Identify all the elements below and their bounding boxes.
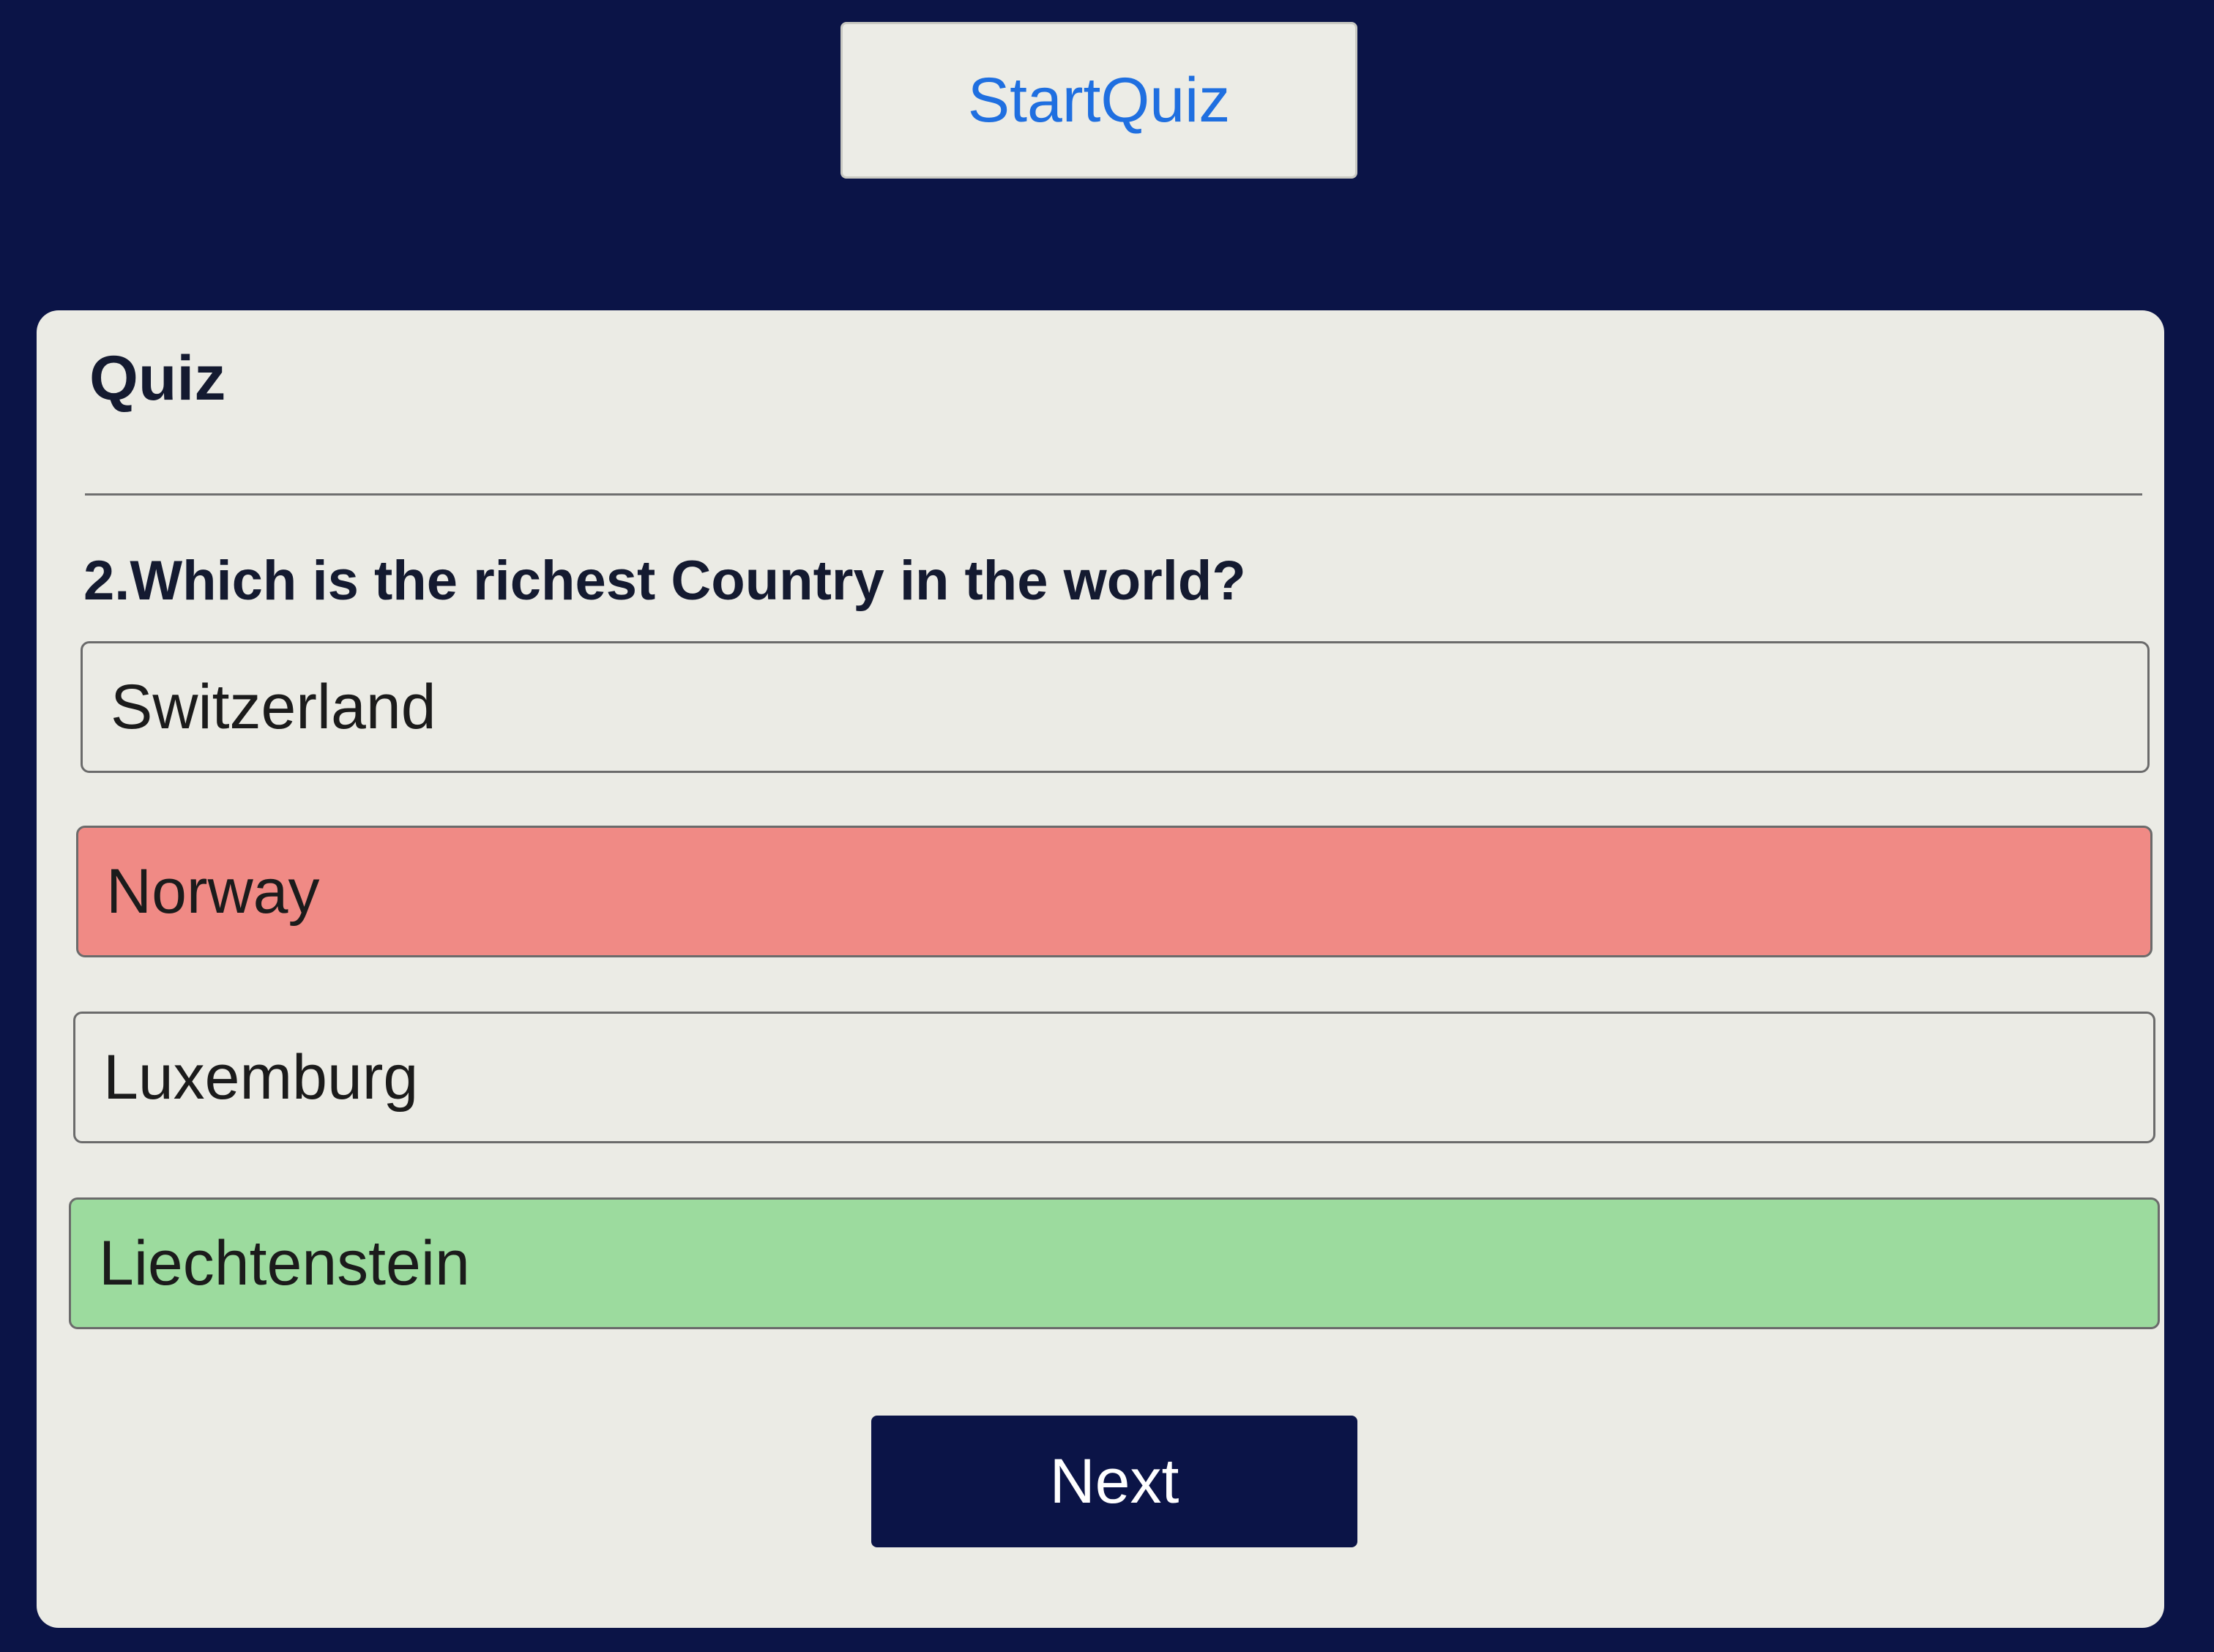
- title-divider: [85, 493, 2142, 496]
- answer-option-liechtenstein[interactable]: Liechtenstein: [69, 1197, 2160, 1329]
- quiz-card: Quiz 2.Which is the richest Country in t…: [37, 310, 2164, 1628]
- question-text: 2.Which is the richest Country in the wo…: [83, 550, 1246, 612]
- answer-option-luxemburg[interactable]: Luxemburg: [73, 1012, 2155, 1143]
- next-button[interactable]: Next: [871, 1416, 1357, 1547]
- answer-option-switzerland[interactable]: Switzerland: [81, 641, 2150, 773]
- quiz-title: Quiz: [89, 343, 226, 414]
- start-quiz-button[interactable]: StartQuiz: [840, 22, 1357, 179]
- answer-option-norway[interactable]: Norway: [76, 826, 2152, 957]
